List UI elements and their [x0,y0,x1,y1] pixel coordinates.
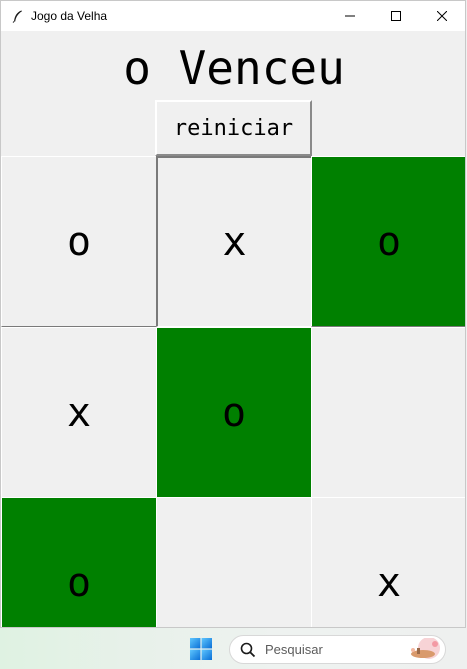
maximize-button[interactable] [373,1,419,31]
board-cell-0-1[interactable]: x [156,156,312,327]
feather-icon [12,10,22,23]
window-controls [327,1,465,31]
board-cell-1-1[interactable]: o [156,327,312,498]
search-icon [240,642,256,657]
restart-button[interactable]: reiniciar [155,100,312,156]
maximize-icon [391,11,401,21]
search-highlight-illustration-icon [411,638,440,659]
window-title: Jogo da Velha [31,9,108,23]
board-cell-1-0[interactable]: x [1,327,157,498]
minimize-icon [345,15,355,17]
board-cell-0-2[interactable]: o [311,156,465,327]
close-icon [437,11,447,21]
board-cell-2-1[interactable] [156,497,312,627]
close-button[interactable] [419,1,465,31]
title-bar[interactable]: Jogo da Velha [1,1,465,31]
game-status: o Venceu [123,41,345,95]
search-placeholder: Pesquisar [265,642,323,657]
taskbar: Pesquisar [0,628,467,669]
board-cell-0-0[interactable]: o [1,156,157,327]
board-cell-2-2[interactable]: x [311,497,465,627]
minimize-button[interactable] [327,1,373,31]
windows-start-icon[interactable] [190,638,212,660]
board-cell-1-2[interactable] [311,327,465,498]
taskbar-search-box[interactable]: Pesquisar [229,635,446,664]
board-cell-2-0[interactable]: o [1,497,157,627]
game-window: Jogo da Velha o Venceu reiniciar o x o x… [0,0,466,628]
